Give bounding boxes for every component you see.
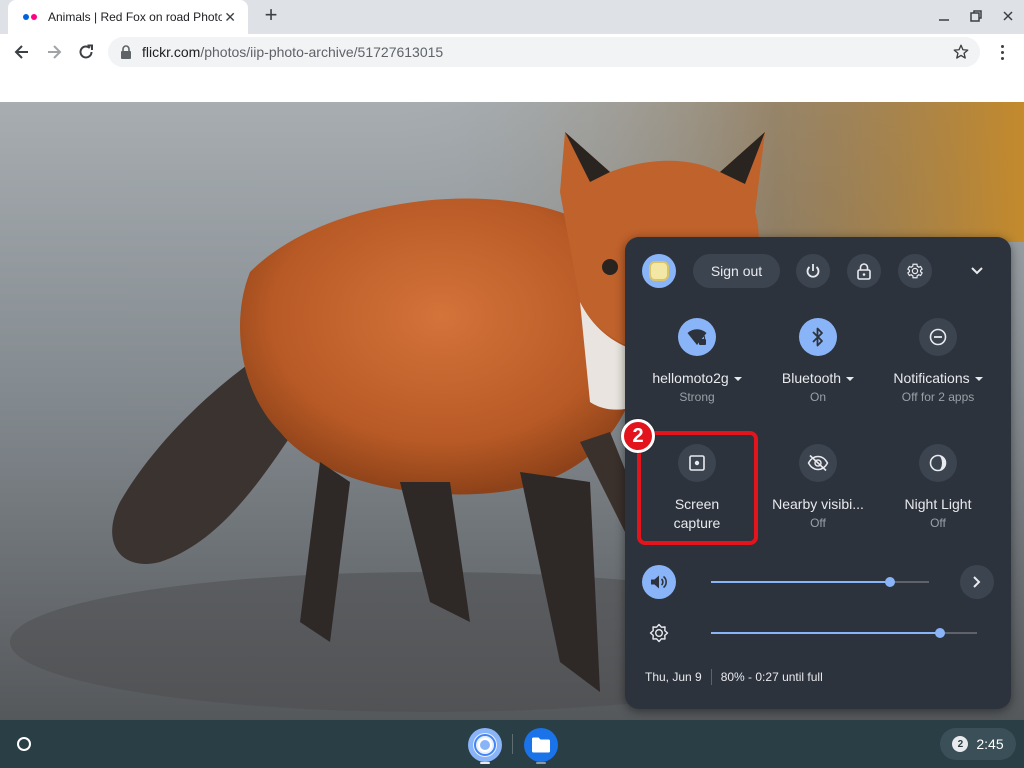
date-label[interactable]: Thu, Jun 9 (645, 670, 702, 684)
tab-title: Animals | Red Fox on road Photo (48, 10, 222, 24)
avatar[interactable] (642, 254, 676, 288)
volume-slider-fill (711, 581, 890, 583)
volume-icon[interactable] (642, 565, 676, 599)
minimize-icon[interactable] (936, 8, 952, 24)
screen-capture-highlight-box (637, 431, 758, 545)
plus-icon[interactable]: + (260, 5, 282, 27)
visibility-off-icon[interactable] (799, 444, 837, 482)
brightness-icon (642, 616, 676, 650)
arrow-right-icon[interactable] (42, 40, 66, 64)
footer-divider (711, 669, 712, 685)
star-icon[interactable] (952, 43, 970, 66)
night-light-icon[interactable] (919, 444, 957, 482)
files-running-indicator (536, 762, 546, 764)
volume-slider[interactable] (711, 581, 929, 583)
pod-night-light-label: Night Light (878, 495, 998, 514)
bluetooth-icon[interactable] (799, 318, 837, 356)
wifi-lock-icon[interactable] (678, 318, 716, 356)
more-vert-icon[interactable] (994, 40, 1010, 64)
browser-tab-active[interactable]: Animals | Red Fox on road Photo ✕ (8, 0, 248, 34)
gear-icon[interactable] (898, 254, 932, 288)
pod-nearby-label: Nearby visibi... (758, 495, 878, 514)
url-path: /photos/iip-photo-archive/51727613015 (200, 44, 443, 60)
pod-notifications-label: Notifications (893, 370, 969, 386)
battery-status[interactable]: 80% - 0:27 until full (721, 670, 823, 684)
dropdown-caret-icon[interactable] (975, 377, 983, 381)
pod-nearby-visibility[interactable]: Nearby visibi... Off (758, 444, 878, 532)
pod-notifications-status: Off for 2 apps (878, 388, 998, 406)
callout-2-badge: 2 (621, 419, 655, 453)
tab-strip: Animals | Red Fox on road Photo ✕ + (0, 0, 1024, 34)
arrow-left-icon[interactable] (10, 40, 34, 64)
chevron-right-icon[interactable] (960, 565, 994, 599)
pod-network-status: Strong (637, 388, 757, 406)
notification-count-badge: 2 (952, 736, 968, 752)
brightness-slider-fill (711, 632, 940, 634)
chrome-icon[interactable] (468, 728, 502, 762)
do-not-disturb-icon[interactable] (919, 318, 957, 356)
url-host: flickr.com (142, 44, 200, 60)
lock-icon[interactable] (120, 45, 132, 59)
window-close-icon[interactable] (1000, 8, 1016, 24)
url-text[interactable]: flickr.com/photos/iip-photo-archive/5172… (142, 44, 443, 60)
volume-slider-thumb[interactable] (885, 577, 895, 587)
chrome-running-indicator (480, 762, 490, 764)
pod-bluetooth[interactable]: Bluetooth On (758, 318, 878, 406)
pod-bluetooth-label: Bluetooth (782, 370, 841, 386)
pod-network[interactable]: hellomoto2g Strong (637, 318, 757, 406)
sign-out-button[interactable]: Sign out (693, 254, 780, 288)
clock-time: 2:45 (976, 736, 1003, 752)
dropdown-caret-icon[interactable] (846, 377, 854, 381)
chevron-down-icon[interactable] (967, 261, 987, 281)
launcher-icon[interactable] (8, 728, 40, 760)
shelf-divider (512, 734, 513, 754)
pod-nearby-status: Off (758, 514, 878, 532)
reload-icon[interactable] (74, 40, 98, 64)
power-icon[interactable] (796, 254, 830, 288)
lock-screen-icon[interactable] (847, 254, 881, 288)
quick-settings-footer: Thu, Jun 9 80% - 0:27 until full (645, 669, 823, 685)
pod-notifications[interactable]: Notifications Off for 2 apps (878, 318, 998, 406)
brightness-slider[interactable] (711, 632, 977, 634)
files-icon[interactable] (524, 728, 558, 762)
status-area[interactable]: 2 2:45 (940, 728, 1016, 760)
pod-night-light[interactable]: Night Light Off (878, 444, 998, 532)
restore-icon[interactable] (968, 8, 984, 24)
close-icon[interactable]: ✕ (222, 9, 238, 26)
pod-night-light-status: Off (878, 514, 998, 532)
pod-bluetooth-status: On (758, 388, 878, 406)
dropdown-caret-icon[interactable] (734, 377, 742, 381)
brightness-slider-thumb[interactable] (935, 628, 945, 638)
pod-network-label: hellomoto2g (652, 370, 728, 386)
address-bar[interactable]: flickr.com/photos/iip-photo-archive/5172… (108, 37, 980, 67)
browser-toolbar: flickr.com/photos/iip-photo-archive/5172… (0, 34, 1024, 70)
flickr-favicon-icon (22, 11, 40, 23)
